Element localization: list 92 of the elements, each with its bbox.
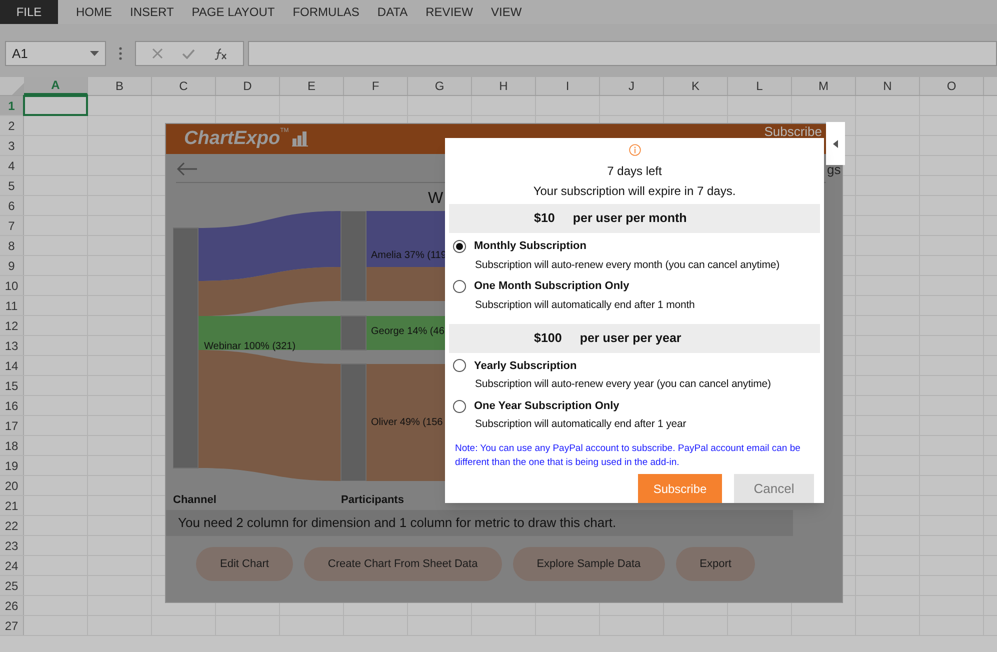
row-header[interactable]: 18 <box>0 436 24 455</box>
price-text: $100 <box>534 330 562 347</box>
subscribe-link[interactable]: Subscribe <box>764 125 822 138</box>
column-header[interactable]: J <box>600 77 664 95</box>
cell-cursor <box>23 95 88 116</box>
node-label: Webinar 100% (321) <box>204 340 296 354</box>
bar-chart-logo-icon <box>290 130 309 148</box>
row-header[interactable]: 2 <box>0 116 24 135</box>
column-header[interactable]: K <box>664 77 728 95</box>
column-header[interactable]: M <box>792 77 856 95</box>
option-description: Subscription will auto-renew every year (you can cancel anytime) <box>474 377 772 392</box>
row-header[interactable]: 20 <box>0 476 24 495</box>
dialog-headline: 7 days left <box>607 163 662 180</box>
chart-title: W <box>428 189 444 209</box>
ribbon-tab[interactable]: FORMULAS <box>292 3 360 21</box>
row-header[interactable]: 17 <box>0 416 24 435</box>
ribbon-tab[interactable]: DATA <box>377 3 408 21</box>
price-period: per user per month <box>572 210 687 228</box>
more-options-icon[interactable] <box>119 47 122 60</box>
row-header[interactable]: 4 <box>0 156 24 175</box>
row-header[interactable]: 7 <box>0 216 24 235</box>
row-header[interactable]: 27 <box>0 616 24 635</box>
column-header[interactable]: O <box>920 77 984 95</box>
message-bar: You need 2 column for dimension and 1 column for metric to draw this chart. <box>166 510 793 536</box>
file-tab[interactable]: FILE <box>0 0 58 24</box>
column-header[interactable]: C <box>152 77 216 95</box>
row-header[interactable]: 15 <box>0 376 24 395</box>
row-header[interactable]: 23 <box>0 536 24 555</box>
radio-button[interactable] <box>453 359 466 372</box>
column-header[interactable]: D <box>216 77 280 95</box>
row-header[interactable]: 8 <box>0 236 24 255</box>
column-header[interactable]: N <box>856 77 920 95</box>
option-description: Subscription will automatically end after 1 year <box>474 417 688 432</box>
row-header[interactable]: 24 <box>0 556 24 575</box>
column-header[interactable]: G <box>408 77 472 95</box>
price-period: per user per year <box>580 330 682 347</box>
column-header[interactable]: H <box>472 77 536 95</box>
name-box[interactable]: A1 <box>5 41 106 66</box>
row-header[interactable]: 13 <box>0 336 24 355</box>
row-header[interactable]: 14 <box>0 356 24 375</box>
action-button[interactable]: Create Chart From Sheet Data <box>304 547 502 581</box>
column-header[interactable]: I <box>536 77 600 95</box>
ribbon-tab[interactable]: HOME <box>76 3 112 21</box>
option-title: One Year Subscription Only <box>474 398 620 414</box>
option-title: Monthly Subscription <box>474 239 586 254</box>
row-header[interactable]: 6 <box>0 196 24 215</box>
option-title: Yearly Subscription <box>474 358 577 374</box>
node-label: George 14% (46 <box>371 325 444 339</box>
cancel-button[interactable]: Cancel <box>734 474 814 503</box>
row-header[interactable]: 19 <box>0 456 24 475</box>
column-header[interactable]: E <box>280 77 344 95</box>
row-header[interactable]: 25 <box>0 576 24 595</box>
row-header[interactable]: 26 <box>0 596 24 615</box>
price-text: $10 <box>534 210 555 228</box>
check-icon[interactable] <box>182 48 195 58</box>
row-header[interactable]: 9 <box>0 256 24 275</box>
paypal-note: Note: You can use any PayPal account to subscribe. PayPal account email can be different than the one that is being used in the add-in. <box>454 442 802 470</box>
option-description: Subscription will automatically end after 1 month <box>474 298 696 313</box>
row-header[interactable]: 3 <box>0 136 24 155</box>
radio-button[interactable] <box>453 240 466 253</box>
pane-collapse-tab[interactable] <box>826 122 845 165</box>
column-header[interactable]: F <box>344 77 408 95</box>
row-header[interactable]: 10 <box>0 276 24 295</box>
settings-link[interactable]: gs <box>827 162 841 177</box>
radio-button[interactable] <box>453 280 466 293</box>
function-icon[interactable] <box>214 48 228 60</box>
row-header[interactable]: 16 <box>0 396 24 415</box>
logo-text: ChartExpo <box>184 126 280 151</box>
action-button[interactable]: Edit Chart <box>196 547 293 581</box>
action-button[interactable]: Explore Sample Data <box>512 547 665 581</box>
formula-input[interactable] <box>248 41 997 66</box>
option-description: Subscription will auto-renew every month (you can cancel anytime) <box>474 258 781 272</box>
row-header[interactable]: 12 <box>0 316 24 335</box>
ribbon-tab[interactable]: REVIEW <box>426 3 473 21</box>
ribbon-tab[interactable]: VIEW <box>490 3 522 21</box>
node-label: Oliver 49% (156 <box>371 416 443 430</box>
row-header[interactable]: 11 <box>0 296 24 315</box>
axis-label: Participants <box>341 493 404 508</box>
row-header[interactable]: 22 <box>0 516 24 535</box>
radio-button[interactable] <box>453 400 466 412</box>
caret-left-icon <box>833 140 838 148</box>
column-header[interactable]: B <box>88 77 152 95</box>
row-header[interactable]: 5 <box>0 176 24 195</box>
row-header[interactable]: 21 <box>0 496 24 515</box>
column-header[interactable]: L <box>728 77 792 95</box>
ribbon-tab[interactable]: INSERT <box>130 3 174 21</box>
dialog-subtitle: Your subscription will expire in 7 days. <box>533 183 736 200</box>
option-title: One Month Subscription Only <box>474 279 630 294</box>
action-button[interactable]: Export <box>676 547 756 581</box>
ribbon-tab[interactable]: PAGE LAYOUT <box>192 3 275 21</box>
dropdown-caret-icon <box>90 51 99 56</box>
axis-label: Channel <box>173 493 216 508</box>
